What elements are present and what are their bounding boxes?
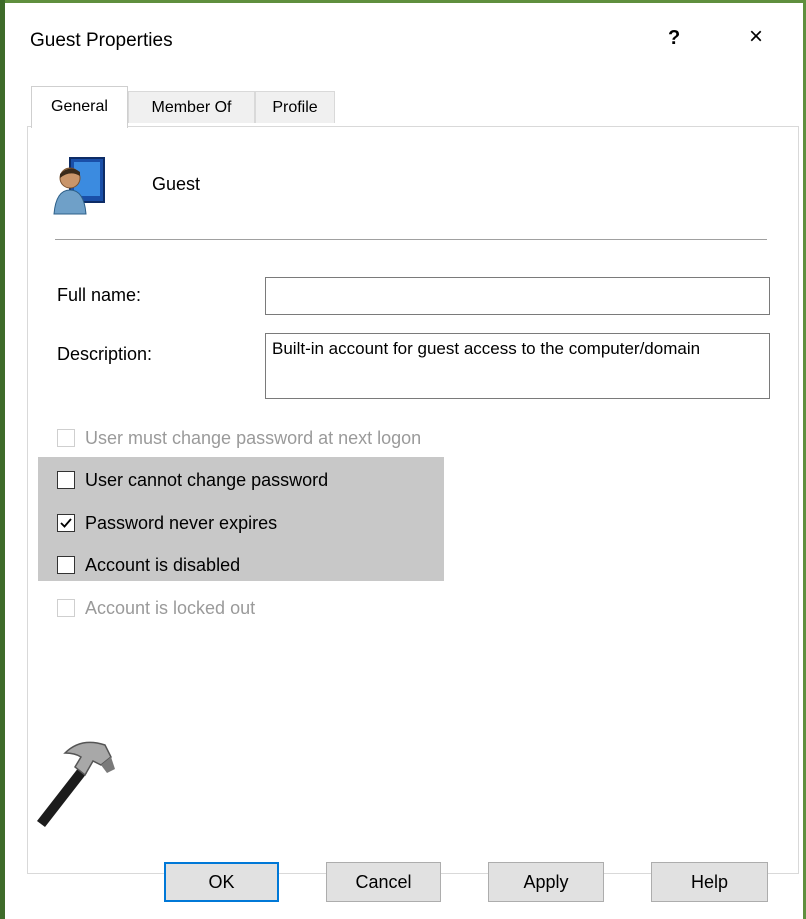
checkbox-box: [57, 429, 75, 447]
checkbox-box: [57, 471, 75, 489]
checkbox-box: [57, 599, 75, 617]
user-computer-icon: [53, 157, 105, 215]
user-name-label: Guest: [152, 174, 201, 194]
hammer-icon: [37, 741, 115, 827]
close-button[interactable]: ×: [749, 25, 763, 49]
apply-button[interactable]: Apply: [488, 862, 604, 902]
help-button[interactable]: Help: [651, 862, 768, 902]
description-field[interactable]: Built-in account for guest access to the…: [265, 333, 770, 399]
help-question-button[interactable]: ?: [668, 27, 680, 50]
checkbox-account-locked-out[interactable]: Account is locked out: [57, 596, 255, 620]
window-accent-top: [0, 0, 806, 3]
checkbox-label: User cannot change password: [85, 469, 329, 490]
checkbox-label: Account is locked out: [85, 597, 256, 618]
cancel-button[interactable]: Cancel: [326, 862, 441, 902]
checkmark-icon: [60, 518, 72, 528]
checkbox-label: User must change password at next logon: [85, 427, 422, 448]
tab-member-of[interactable]: Member Of: [128, 91, 255, 123]
checkbox-label: Password never expires: [85, 512, 278, 533]
ok-button[interactable]: OK: [164, 862, 279, 902]
tab-general[interactable]: General: [31, 86, 128, 128]
checkbox-label: Account is disabled: [85, 554, 241, 575]
checkbox-must-change-password[interactable]: User must change password at next logon: [57, 426, 421, 450]
header-separator: [55, 239, 767, 240]
full-name-field[interactable]: [265, 277, 770, 315]
checkbox-box: [57, 514, 75, 532]
checkbox-box: [57, 556, 75, 574]
window-accent-left: [0, 0, 5, 919]
full-name-label: Full name:: [57, 285, 142, 305]
tab-profile[interactable]: Profile: [255, 91, 335, 123]
window-title: Guest Properties: [30, 30, 173, 51]
checkbox-password-never-expires[interactable]: Password never expires: [57, 511, 277, 535]
checkbox-account-disabled[interactable]: Account is disabled: [57, 553, 240, 577]
description-label: Description:: [57, 344, 153, 364]
checkbox-cannot-change-password[interactable]: User cannot change password: [57, 468, 328, 492]
